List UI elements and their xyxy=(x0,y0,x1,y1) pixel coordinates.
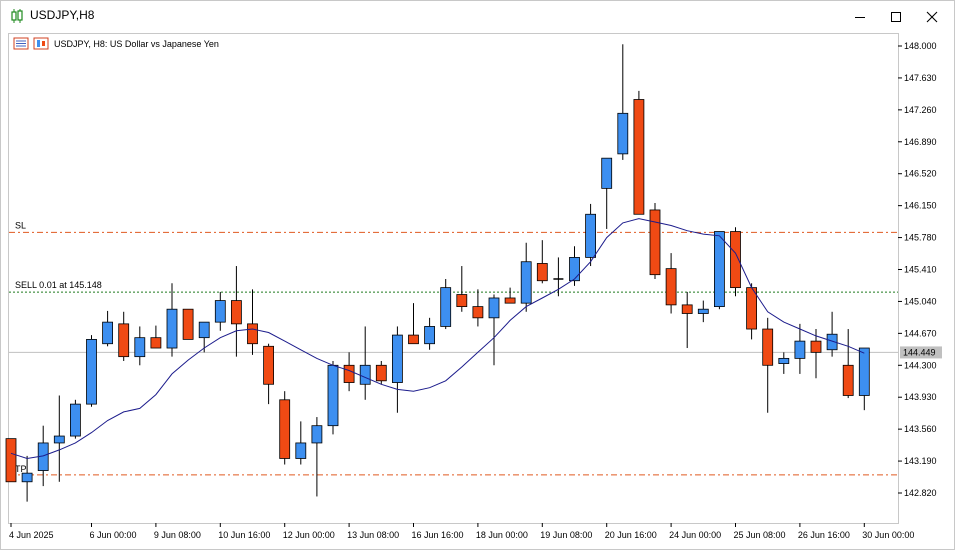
candle-body xyxy=(810,340,822,353)
candle-body xyxy=(842,364,854,396)
y-tick-label: 148.000 xyxy=(904,41,937,51)
candle-body xyxy=(456,294,468,308)
candle-body xyxy=(585,213,596,258)
y-tick-label: 145.040 xyxy=(904,296,937,306)
candle-body xyxy=(5,438,17,483)
x-tick-label: 18 Jun 00:00 xyxy=(476,530,528,540)
candle-body xyxy=(391,334,403,383)
y-tick-label: 142.820 xyxy=(904,488,937,498)
candle-body xyxy=(214,300,226,323)
y-tick-label: 146.520 xyxy=(904,169,937,179)
candle-body xyxy=(601,157,613,189)
sl-label: SL xyxy=(15,220,26,230)
candle-body xyxy=(504,297,516,304)
candle-body xyxy=(359,364,371,385)
candle-body xyxy=(858,347,870,396)
candle-body xyxy=(697,308,709,314)
candle-body xyxy=(311,425,323,444)
y-tick-label: 147.630 xyxy=(904,73,937,83)
candle-body xyxy=(569,257,580,282)
candle-body xyxy=(424,326,436,345)
trade-list-icon[interactable] xyxy=(13,37,29,50)
y-tick-label: 147.260 xyxy=(904,105,937,115)
candle-body xyxy=(53,435,65,444)
candle-body xyxy=(198,321,210,339)
time-axis[interactable]: 4 Jun 2025 6 Jun 00:00 9 Jun 08:00 10 Jun 1… xyxy=(9,523,914,540)
x-tick-label: 6 Jun 00:00 xyxy=(90,530,137,540)
x-tick-label: 12 Jun 00:00 xyxy=(283,530,335,540)
sell-label: SELL 0.01 at 145.148 xyxy=(15,280,102,290)
x-tick-label: 25 Jun 08:00 xyxy=(734,530,786,540)
x-tick-label: 4 Jun 2025 xyxy=(9,530,54,540)
bid-price-label: 144.449 xyxy=(903,347,936,357)
chart-window: USDJPY,H8 USDJPY, H8: US Dollar vs Japan… xyxy=(0,0,955,550)
candle-body xyxy=(746,287,757,330)
candle-body xyxy=(520,261,532,304)
candle-body xyxy=(327,364,339,427)
x-tick-label: 30 Jun 00:00 xyxy=(862,530,914,540)
tp-label: TP xyxy=(15,464,27,474)
candle-body xyxy=(714,231,725,308)
y-tick-label: 143.930 xyxy=(904,392,937,402)
candle-body xyxy=(102,321,113,345)
x-tick-label: 20 Jun 16:00 xyxy=(605,530,657,540)
candle-body xyxy=(665,268,677,306)
candle-body xyxy=(794,340,806,359)
candle-body xyxy=(778,357,790,364)
x-tick-label: 9 Jun 08:00 xyxy=(154,530,201,540)
candle-body xyxy=(247,323,258,345)
candle-body xyxy=(343,364,355,383)
candle-body xyxy=(86,338,97,405)
candle-body xyxy=(70,403,81,437)
price-axis[interactable]: 148.000 147.630 147.260 146.890 146.520 146.1… xyxy=(898,41,942,498)
candle-body xyxy=(472,306,484,319)
candle-body xyxy=(166,308,178,349)
candle-body xyxy=(182,308,194,340)
symbol-chart-icon[interactable] xyxy=(33,37,49,50)
x-tick-label: 19 Jun 08:00 xyxy=(540,530,592,540)
candle-body xyxy=(488,297,500,319)
chart-header: USDJPY, H8: US Dollar vs Japanese Yen xyxy=(13,37,219,50)
candle-body xyxy=(681,304,693,314)
y-tick-label: 146.150 xyxy=(904,201,937,211)
chart-header-text: USDJPY, H8: US Dollar vs Japanese Yen xyxy=(54,39,219,49)
candle-body xyxy=(762,328,774,366)
candle-body xyxy=(134,337,146,358)
plot-area[interactable] xyxy=(8,33,899,524)
y-tick-label: 143.190 xyxy=(904,456,937,466)
x-tick-label: 13 Jun 08:00 xyxy=(347,530,399,540)
candle-body xyxy=(279,399,291,459)
y-tick-label: 144.670 xyxy=(904,328,937,338)
candle-body xyxy=(230,300,242,325)
candle-body xyxy=(649,209,661,276)
candle-body xyxy=(408,334,419,345)
candle-body xyxy=(440,287,452,327)
candle-body xyxy=(295,442,307,459)
candle-body xyxy=(633,99,645,215)
x-tick-label: 16 Jun 16:00 xyxy=(412,530,464,540)
x-tick-label: 24 Jun 00:00 xyxy=(669,530,721,540)
y-tick-label: 144.300 xyxy=(904,360,937,370)
candle-body xyxy=(536,263,548,282)
y-tick-label: 145.780 xyxy=(904,233,937,243)
candle-body xyxy=(21,472,33,483)
candle-body xyxy=(617,112,629,155)
candle-body xyxy=(263,345,275,385)
candle-body xyxy=(375,364,387,382)
y-tick-label: 145.410 xyxy=(904,265,937,275)
candle-body xyxy=(150,337,162,349)
price-chart[interactable]: USDJPY, H8: US Dollar vs Japanese Yen SL… xyxy=(1,1,956,551)
candle-body xyxy=(118,323,130,358)
x-tick-label: 26 Jun 16:00 xyxy=(798,530,850,540)
y-tick-label: 143.560 xyxy=(904,424,937,434)
x-tick-label: 10 Jun 16:00 xyxy=(218,530,270,540)
y-tick-label: 146.890 xyxy=(904,137,937,147)
